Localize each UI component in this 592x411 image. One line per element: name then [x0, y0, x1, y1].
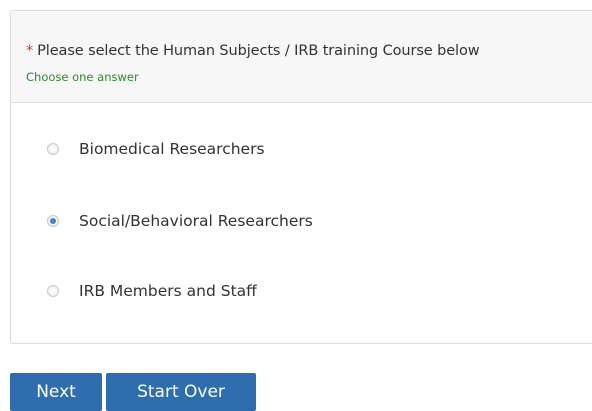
required-marker: *: [26, 43, 34, 59]
option-label: Social/Behavioral Researchers: [79, 212, 313, 230]
option-social-behavioral-researchers[interactable]: Social/Behavioral Researchers: [47, 209, 313, 233]
question-label: Please select the Human Subjects / IRB t…: [37, 43, 480, 59]
radio-biomedical-researchers[interactable]: [47, 143, 59, 155]
option-biomedical-researchers[interactable]: Biomedical Researchers: [47, 137, 265, 161]
option-label: Biomedical Researchers: [79, 140, 265, 158]
question-text: * Please select the Human Subjects / IRB …: [26, 43, 480, 59]
question-hint: Choose one answer: [26, 70, 139, 84]
option-irb-members-and-staff[interactable]: IRB Members and Staff: [47, 279, 257, 303]
option-label: IRB Members and Staff: [79, 282, 257, 300]
top-strip: [0, 0, 592, 10]
button-bar: Next Start Over: [10, 373, 256, 411]
start-over-button[interactable]: Start Over: [106, 373, 256, 411]
radio-social-behavioral-researchers[interactable]: [47, 215, 59, 227]
question-header: * Please select the Human Subjects / IRB …: [11, 11, 592, 103]
next-button[interactable]: Next: [10, 373, 102, 411]
question-panel: * Please select the Human Subjects / IRB …: [10, 10, 592, 344]
radio-irb-members-and-staff[interactable]: [47, 285, 59, 297]
